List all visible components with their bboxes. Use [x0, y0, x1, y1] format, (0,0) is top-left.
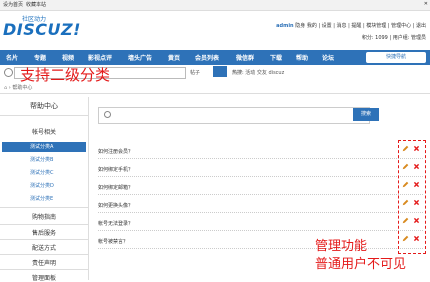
- home-icon[interactable]: ⌂: [4, 85, 7, 91]
- sidebar-group-shopping[interactable]: 购物指南: [0, 212, 88, 221]
- faq-item[interactable]: 如何绑定邮箱？: [98, 179, 423, 195]
- divider: [0, 254, 88, 255]
- edit-icon[interactable]: [402, 181, 409, 188]
- nav-item-review[interactable]: 影视点评: [88, 53, 112, 62]
- help-search-input[interactable]: [98, 107, 370, 124]
- sidebar-item-d[interactable]: 测试分类D: [2, 181, 86, 191]
- nav-item-help[interactable]: 帮助: [296, 53, 308, 62]
- hot-label: 热搜:: [232, 70, 244, 76]
- nav-item-mingpian[interactable]: 名片: [6, 53, 18, 62]
- edit-icon[interactable]: [402, 163, 409, 170]
- sidebar-group-account[interactable]: 帐号相关: [0, 127, 88, 136]
- search-icon: [104, 111, 111, 118]
- sidebar-title: 帮助中心: [30, 102, 58, 110]
- delete-icon[interactable]: [413, 199, 420, 206]
- nav-item-yellowpage[interactable]: 黄页: [168, 53, 180, 62]
- main-nav: 名片 专题 视频 影视点评 墙头广告 黄页 会员列表 微信群 下载 帮助 论坛 …: [0, 50, 430, 65]
- hot-link[interactable]: 活动: [245, 70, 255, 76]
- sidebar-item-e[interactable]: 测试分类E: [2, 194, 86, 204]
- top-bar: 设为首页 收藏本站 ✕: [0, 0, 430, 11]
- sidebar-item-a[interactable]: 测试分类A: [2, 142, 86, 152]
- faq-question[interactable]: 如何注册会员？: [98, 148, 133, 155]
- breadcrumb: ⌂ › 帮助中心: [4, 84, 32, 91]
- search-type-select[interactable]: 帖子: [190, 69, 200, 76]
- hot-search: 热搜: 活动 交友 discuz: [232, 69, 284, 76]
- divider: [0, 269, 88, 270]
- edit-icon[interactable]: [402, 217, 409, 224]
- faq-question[interactable]: 如何绑定邮箱？: [98, 184, 133, 191]
- sidebar-group-aftersale[interactable]: 售后服务: [0, 228, 88, 237]
- search-icon: [4, 68, 13, 77]
- faq-question[interactable]: 如何绑定手机？: [98, 166, 133, 173]
- search-button[interactable]: [213, 66, 227, 77]
- edit-icon[interactable]: [402, 199, 409, 206]
- annotation-admin: 管理功能 普通用户不可见: [315, 238, 406, 274]
- user-menu[interactable]: 我的 | 设置 | 消息 | 提醒 | 模块管理 | 管理中心 | 退出: [307, 23, 426, 29]
- annotation-subcategory: 支持二级分类: [20, 66, 111, 84]
- faq-item[interactable]: 如何更换头像？: [98, 197, 423, 213]
- help-search-button[interactable]: 搜索: [353, 108, 379, 121]
- sidebar-group-disclaimer[interactable]: 责任声明: [0, 258, 88, 267]
- nav-item-wechat[interactable]: 微信群: [236, 53, 254, 62]
- nav-item-members[interactable]: 会员列表: [195, 53, 219, 62]
- sidebar-group-admin[interactable]: 管理面板: [0, 273, 88, 282]
- sidebar-group-delivery[interactable]: 配送方式: [0, 243, 88, 252]
- delete-icon[interactable]: [413, 181, 420, 188]
- breadcrumb-sep: ›: [8, 85, 11, 91]
- logo[interactable]: DISCUZ!: [3, 20, 81, 39]
- delete-icon[interactable]: [413, 145, 420, 152]
- username-link[interactable]: admin: [276, 23, 293, 29]
- faq-item[interactable]: 如何注册会员？: [98, 143, 423, 159]
- divider: [0, 239, 88, 240]
- annotation-line: 管理功能: [315, 239, 368, 254]
- faq-item[interactable]: 如何绑定手机？: [98, 161, 423, 177]
- nav-item-zhuanti[interactable]: 专题: [34, 53, 46, 62]
- faq-question[interactable]: 帐号无法登录？: [98, 220, 133, 227]
- faq-question[interactable]: 帐号被禁言？: [98, 238, 128, 245]
- delete-icon[interactable]: [413, 163, 420, 170]
- user-credits[interactable]: 积分: 1099 | 用户组: 管理员: [362, 34, 426, 41]
- delete-icon[interactable]: [413, 235, 420, 242]
- user-status[interactable]: 隐身: [295, 23, 305, 29]
- divider: [0, 115, 88, 116]
- nav-item-video[interactable]: 视频: [62, 53, 74, 62]
- hot-link[interactable]: 交友: [257, 70, 267, 76]
- faq-question[interactable]: 如何更换头像？: [98, 202, 133, 209]
- nav-item-forum[interactable]: 论坛: [322, 53, 334, 62]
- nav-item-ads[interactable]: 墙头广告: [128, 53, 152, 62]
- bookmark-link[interactable]: 收藏本站: [26, 1, 46, 8]
- sidebar: 帮助中心 帐号相关 测试分类A 测试分类B 测试分类C 测试分类D 测试分类E …: [0, 97, 89, 282]
- divider: [0, 93, 430, 94]
- divider: [0, 207, 88, 208]
- set-home-link[interactable]: 设为首页: [3, 1, 23, 8]
- divider: [0, 224, 88, 225]
- edit-icon[interactable]: [402, 145, 409, 152]
- user-bar: admin 隐身 我的 | 设置 | 消息 | 提醒 | 模块管理 | 管理中心…: [276, 22, 426, 29]
- nav-item-download[interactable]: 下载: [270, 53, 282, 62]
- sidebar-item-b[interactable]: 测试分类B: [2, 155, 86, 165]
- breadcrumb-item[interactable]: 帮助中心: [12, 85, 32, 91]
- close-icon[interactable]: ✕: [424, 1, 428, 7]
- sidebar-item-c[interactable]: 测试分类C: [2, 168, 86, 178]
- faq-item[interactable]: 帐号无法登录？: [98, 215, 423, 231]
- fast-nav-button[interactable]: 快捷导航: [366, 52, 426, 63]
- annotation-line: 普通用户不可见: [315, 257, 407, 272]
- hot-link[interactable]: discuz: [269, 70, 285, 76]
- delete-icon[interactable]: [413, 217, 420, 224]
